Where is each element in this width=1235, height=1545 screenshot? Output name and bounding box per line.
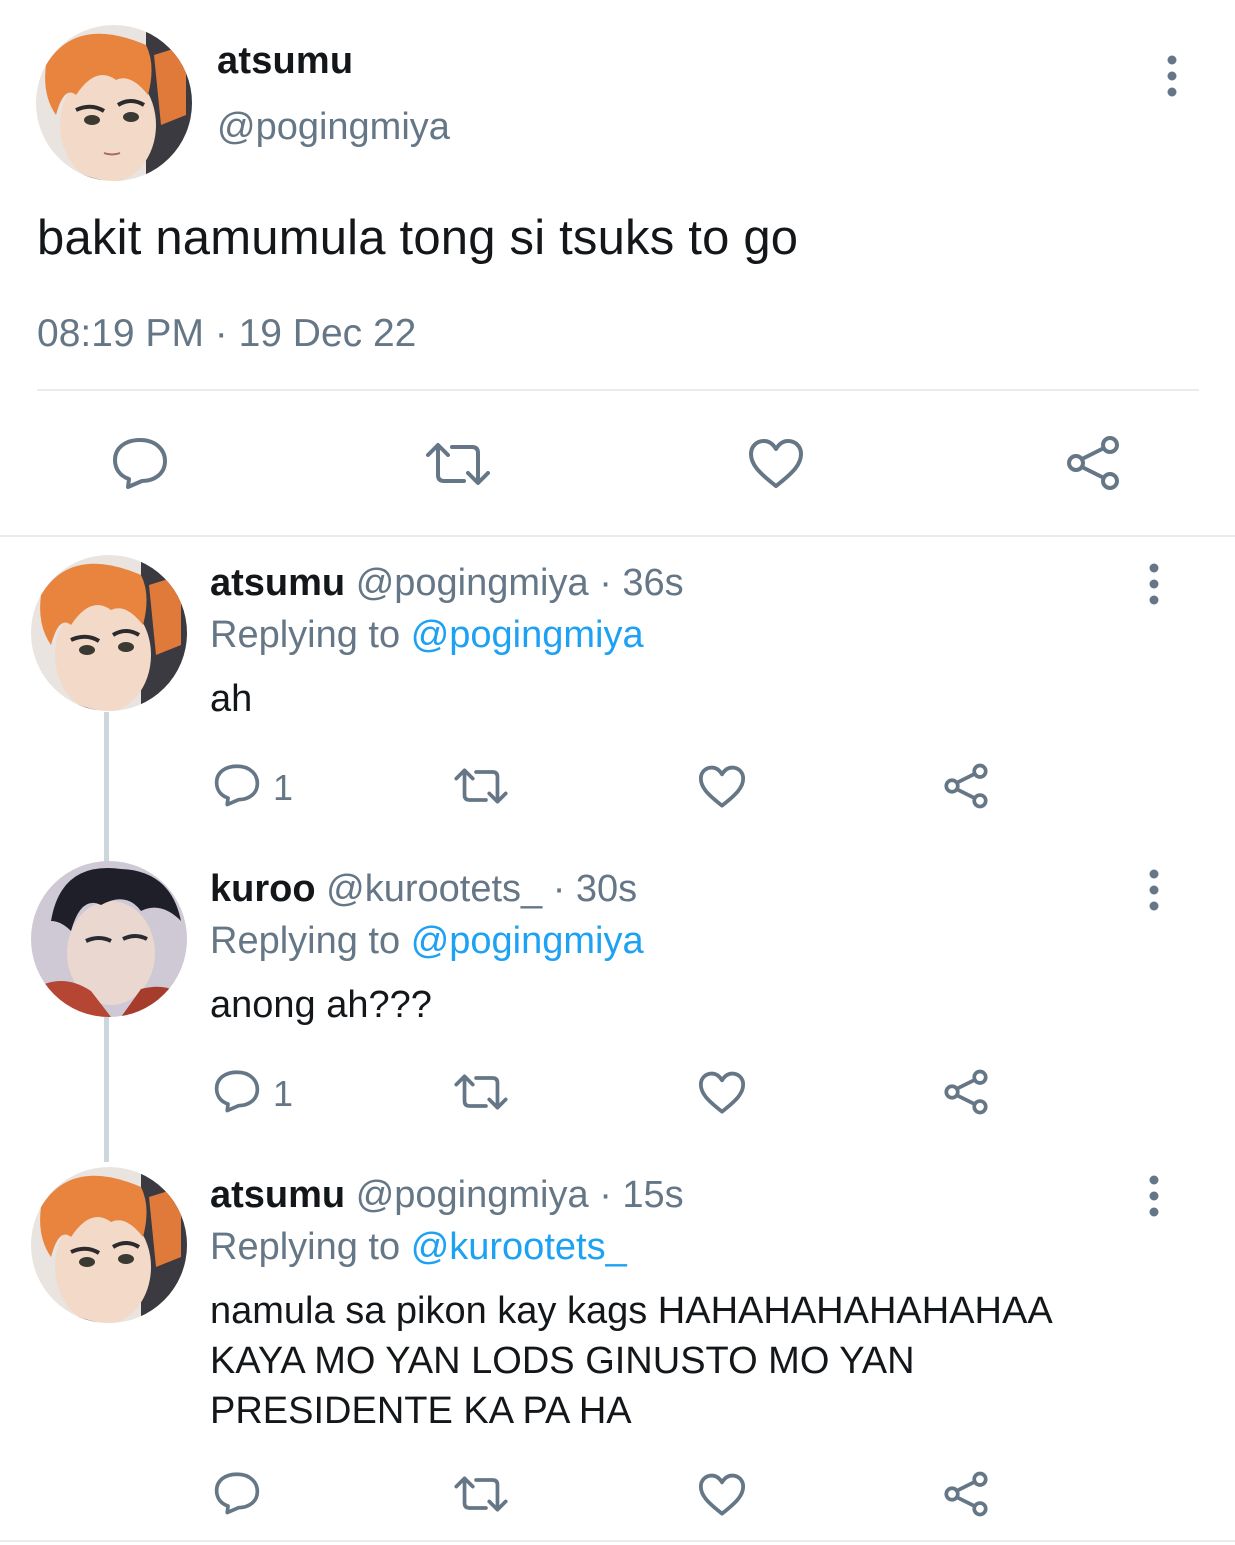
reply-text: anong ah??? bbox=[210, 984, 432, 1026]
like-icon[interactable] bbox=[748, 438, 804, 490]
replying-to: Replying to @pogingmiya bbox=[210, 920, 644, 963]
reply-time: · 36s bbox=[599, 562, 684, 604]
divider bbox=[0, 535, 1235, 537]
replying-to: Replying to @kurootets_ bbox=[210, 1226, 627, 1269]
reply-text-line: KAYA MO YAN LODS GINUSTO MO YAN bbox=[210, 1340, 915, 1382]
reply-avatar[interactable] bbox=[31, 861, 187, 1017]
retweet-icon[interactable] bbox=[453, 1475, 509, 1513]
reply-header: atsumu @pogingmiya · 36s bbox=[210, 562, 684, 605]
reply-header: atsumu @pogingmiya · 15s bbox=[210, 1174, 684, 1217]
share-icon[interactable] bbox=[942, 1069, 990, 1115]
reply-handle[interactable]: @kurootets_ bbox=[326, 868, 542, 910]
reply-icon[interactable] bbox=[214, 1069, 260, 1113]
main-handle[interactable]: @pogingmiya bbox=[217, 106, 450, 149]
replying-to: Replying to @pogingmiya bbox=[210, 614, 644, 657]
reply-icon[interactable] bbox=[112, 436, 168, 490]
replying-to-label: Replying to bbox=[210, 1226, 401, 1268]
reply-count: 1 bbox=[273, 767, 294, 808]
replying-to-mention[interactable]: @kurootets_ bbox=[411, 1226, 627, 1268]
reply-display-name[interactable]: kuroo bbox=[210, 868, 316, 910]
main-avatar[interactable] bbox=[36, 25, 192, 181]
retweet-icon[interactable] bbox=[453, 1073, 509, 1111]
reply-header: kuroo @kurootets_ · 30s bbox=[210, 868, 637, 911]
like-icon[interactable] bbox=[698, 1473, 746, 1517]
more-options-icon[interactable] bbox=[1157, 54, 1187, 98]
divider bbox=[37, 389, 1199, 391]
replying-to-mention[interactable]: @pogingmiya bbox=[411, 614, 644, 656]
reply-time: · 30s bbox=[552, 868, 638, 910]
reply-display-name[interactable]: atsumu bbox=[210, 562, 345, 604]
like-icon[interactable] bbox=[698, 765, 746, 809]
divider bbox=[0, 1540, 1235, 1542]
more-options-icon[interactable] bbox=[1139, 1174, 1169, 1218]
share-icon[interactable] bbox=[1064, 435, 1122, 491]
share-icon[interactable] bbox=[942, 763, 990, 809]
like-icon[interactable] bbox=[698, 1071, 746, 1115]
main-timestamp[interactable]: 08:19 PM · 19 Dec 22 bbox=[37, 312, 416, 356]
reply-text-line: namula sa pikon kay kags HAHAHAHAHAHAHAA bbox=[210, 1290, 1053, 1332]
retweet-icon[interactable] bbox=[453, 767, 509, 805]
more-options-icon[interactable] bbox=[1139, 562, 1169, 606]
reply-count: 1 bbox=[273, 1073, 294, 1114]
reply-icon[interactable] bbox=[214, 1471, 260, 1515]
main-tweet-text: bakit namumula tong si tsuks to go bbox=[37, 211, 799, 265]
replying-to-label: Replying to bbox=[210, 614, 401, 656]
replying-to-label: Replying to bbox=[210, 920, 401, 962]
reply-time: · 15s bbox=[599, 1174, 684, 1216]
reply-avatar[interactable] bbox=[31, 555, 187, 711]
reply-handle[interactable]: @pogingmiya bbox=[356, 1174, 589, 1216]
reply-text: namula sa pikon kay kags HAHAHAHAHAHAHAA… bbox=[210, 1286, 1170, 1436]
replying-to-mention[interactable]: @pogingmiya bbox=[411, 920, 644, 962]
retweet-icon[interactable] bbox=[424, 441, 492, 487]
share-icon[interactable] bbox=[942, 1471, 990, 1517]
reply-text-line: PRESIDENTE KA PA HA bbox=[210, 1390, 632, 1432]
main-display-name[interactable]: atsumu bbox=[217, 40, 353, 83]
reply-avatar[interactable] bbox=[31, 1167, 187, 1323]
reply-text: ah bbox=[210, 678, 253, 720]
reply-icon[interactable] bbox=[214, 763, 260, 807]
reply-display-name[interactable]: atsumu bbox=[210, 1174, 345, 1216]
more-options-icon[interactable] bbox=[1139, 868, 1169, 912]
reply-handle[interactable]: @pogingmiya bbox=[356, 562, 589, 604]
